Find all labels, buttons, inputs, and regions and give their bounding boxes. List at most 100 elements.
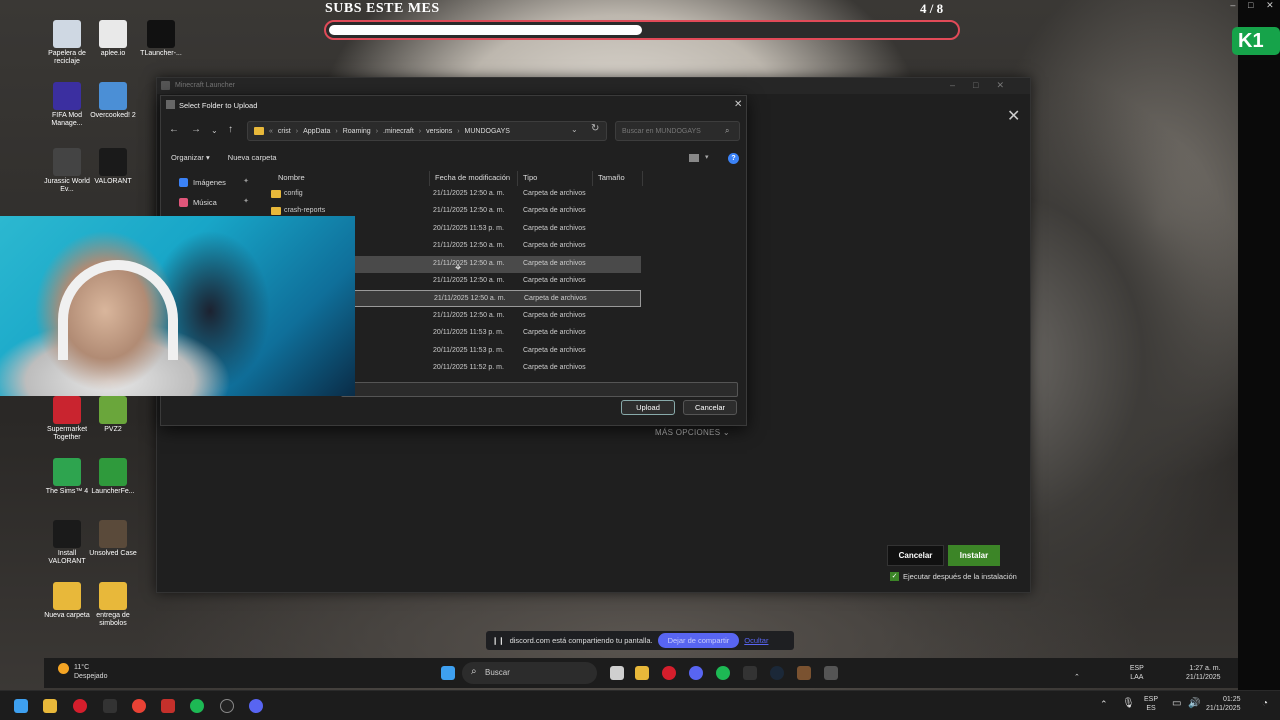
spotify-icon[interactable] (716, 666, 730, 680)
desktop-icon-label: Papelera de reciclaje (48, 50, 86, 65)
view-dropdown-icon[interactable]: ▾ (705, 153, 709, 161)
launcher-window-controls[interactable]: –□✕ (950, 80, 1022, 91)
dialog-close-icon[interactable]: ✕ (734, 99, 742, 110)
windows-start-icon[interactable] (441, 666, 455, 680)
discord-share-bar: ❙❙ discord.com está compartiendo tu pant… (486, 631, 794, 650)
app-icon (99, 520, 127, 548)
column-header[interactable]: Nombre (273, 171, 430, 186)
file-explorer-icon[interactable] (43, 699, 57, 713)
view-options-icon[interactable] (689, 154, 699, 162)
task-view-icon[interactable] (610, 666, 624, 680)
desktop-icon[interactable]: Install VALORANT (42, 520, 92, 566)
address-dropdown-icon[interactable]: ⌄ (571, 125, 578, 134)
weather-widget[interactable]: 11°C Despejado (74, 663, 107, 681)
chrome-icon[interactable] (132, 699, 146, 713)
microphone-icon[interactable]: 🎙 (1122, 698, 1135, 709)
folder-name-input[interactable] (341, 382, 738, 397)
nav-pane-item[interactable]: Música ✦ (179, 192, 251, 212)
launcher-install-button[interactable]: Instalar (948, 545, 1000, 566)
back-arrow-icon[interactable]: ← (169, 124, 179, 135)
desktop-icon[interactable]: aplee.io (88, 20, 138, 58)
taskbar-search-box[interactable]: Buscar (462, 662, 597, 684)
minecraft-icon[interactable] (797, 666, 811, 680)
media-app-icon[interactable] (161, 699, 175, 713)
refresh-icon[interactable]: ↻ (591, 123, 599, 134)
headphones-shape (58, 260, 178, 360)
breadcrumb-item[interactable]: MUNDOGAYS (465, 128, 510, 135)
launcher-close-icon[interactable]: ✕ (1007, 106, 1020, 126)
desktop-icon-label: Jurassic World Ev... (44, 178, 90, 193)
discord-icon[interactable] (249, 699, 263, 713)
upload-button[interactable]: Upload (621, 400, 675, 415)
desktop-icon[interactable]: Unsolved Case (88, 520, 138, 558)
desktop-icon-label: aplee.io (100, 50, 126, 57)
dialog-title: Select Folder to Upload (179, 101, 258, 110)
obs-icon[interactable] (220, 699, 234, 713)
desktop-icon[interactable]: TLauncher-... (136, 20, 186, 58)
pin-icon: ✦ (243, 198, 249, 205)
breadcrumb-item[interactable]: crist (278, 128, 291, 135)
desktop-icon[interactable]: Jurassic World Ev... (42, 148, 92, 194)
breadcrumb-item[interactable]: versions (426, 128, 452, 135)
volume-icon[interactable]: 🔊 (1188, 698, 1200, 709)
steam-icon[interactable] (770, 666, 784, 680)
desktop-icon[interactable]: Papelera de reciclaje (42, 20, 92, 66)
system-tray[interactable]: ⌃ ESP LAA (1074, 664, 1144, 682)
desktop-icon[interactable]: LauncherFe... (88, 458, 138, 496)
up-arrow-icon[interactable]: ↑ (228, 124, 233, 135)
run-after-install-checkbox[interactable]: ✓ Ejecutar después de la instalación (890, 572, 1017, 581)
windows-start-icon[interactable] (14, 699, 28, 713)
desktop-icon[interactable]: FIFA Mod Manage... (42, 82, 92, 128)
app-icon (99, 20, 127, 48)
screen-share-view: Papelera de reciclaje aplee.io TLauncher-.… (0, 0, 1238, 690)
shared-clock[interactable]: 1:27 a. m. 21/11/2025 (1186, 664, 1221, 682)
desktop-icon[interactable]: entrega de simbolos (88, 582, 138, 628)
epic-games-icon[interactable] (743, 666, 757, 680)
new-folder-button[interactable]: Nueva carpeta (228, 153, 277, 162)
more-options-toggle[interactable]: MÁS OPCIONES ⌄ (655, 428, 730, 437)
opera-icon[interactable] (662, 666, 676, 680)
stop-sharing-button[interactable]: Dejar de compartir (657, 633, 740, 648)
launcher-title-bar: Minecraft Launcher –□✕ (157, 78, 1030, 94)
column-header[interactable]: Tipo (518, 171, 593, 186)
dialog-cancel-button[interactable]: Cancelar (683, 400, 737, 415)
file-explorer-icon[interactable] (635, 666, 649, 680)
opera-icon[interactable] (73, 699, 87, 713)
viewer-window-controls[interactable]: – □ ✕ (1224, 0, 1280, 14)
breadcrumb-item[interactable]: Roaming (343, 128, 371, 135)
epic-games-icon[interactable] (103, 699, 117, 713)
launcher-cancel-button[interactable]: Cancelar (887, 545, 944, 566)
chevron-up-icon[interactable]: ⌃ (1100, 699, 1108, 710)
desktop-icon[interactable]: VALORANT (88, 148, 138, 186)
search-input[interactable]: Buscar en MUNDOGAYS (615, 121, 740, 141)
desktop-icon[interactable]: The Sims™ 4 (42, 458, 92, 496)
file-date: 21/11/2025 12:50 a. m. (433, 311, 505, 319)
address-bar[interactable]: « crist › AppData › Roaming › .minecraft › versi… (247, 121, 607, 141)
help-icon[interactable]: ? (728, 153, 739, 164)
organize-menu[interactable]: Organizar ▾ (171, 153, 210, 162)
forward-arrow-icon[interactable]: → (191, 124, 201, 135)
notification-icon[interactable]: ◔ (1262, 698, 1268, 709)
discord-icon[interactable] (689, 666, 703, 680)
desktop-icon[interactable]: PVZ2 (88, 396, 138, 434)
desktop-icon-label: Overcooked! 2 (90, 112, 136, 119)
network-icon[interactable]: ▭ (1172, 698, 1181, 709)
nav-pane-item[interactable]: Imágenes ✦ (179, 172, 251, 192)
host-clock[interactable]: 01:25 21/11/2025 (1206, 695, 1241, 713)
desktop-icon-label: Install VALORANT (48, 550, 86, 565)
app-icon (53, 458, 81, 486)
spotify-icon[interactable] (190, 699, 204, 713)
desktop-icon[interactable]: Nueva carpeta (42, 582, 92, 620)
hide-share-bar-link[interactable]: Ocultar (744, 636, 768, 645)
recent-locations-icon[interactable]: ⌄ (211, 126, 218, 135)
file-row[interactable]: config 21/11/2025 12:50 a. m. Carpeta de a… (271, 186, 641, 203)
desktop-icon[interactable]: Overcooked! 2 (88, 82, 138, 120)
desktop-icon[interactable]: Supermarket Together (42, 396, 92, 442)
column-header[interactable]: Fecha de modificación (430, 171, 518, 186)
breadcrumb-item[interactable]: .minecraft (383, 128, 414, 135)
breadcrumb-item[interactable]: AppData (303, 128, 330, 135)
language-indicator[interactable]: ESP ES (1144, 695, 1158, 713)
launcher-app-icon (161, 81, 170, 90)
launcher-icon[interactable] (824, 666, 838, 680)
column-header[interactable]: Tamaño (593, 171, 643, 186)
